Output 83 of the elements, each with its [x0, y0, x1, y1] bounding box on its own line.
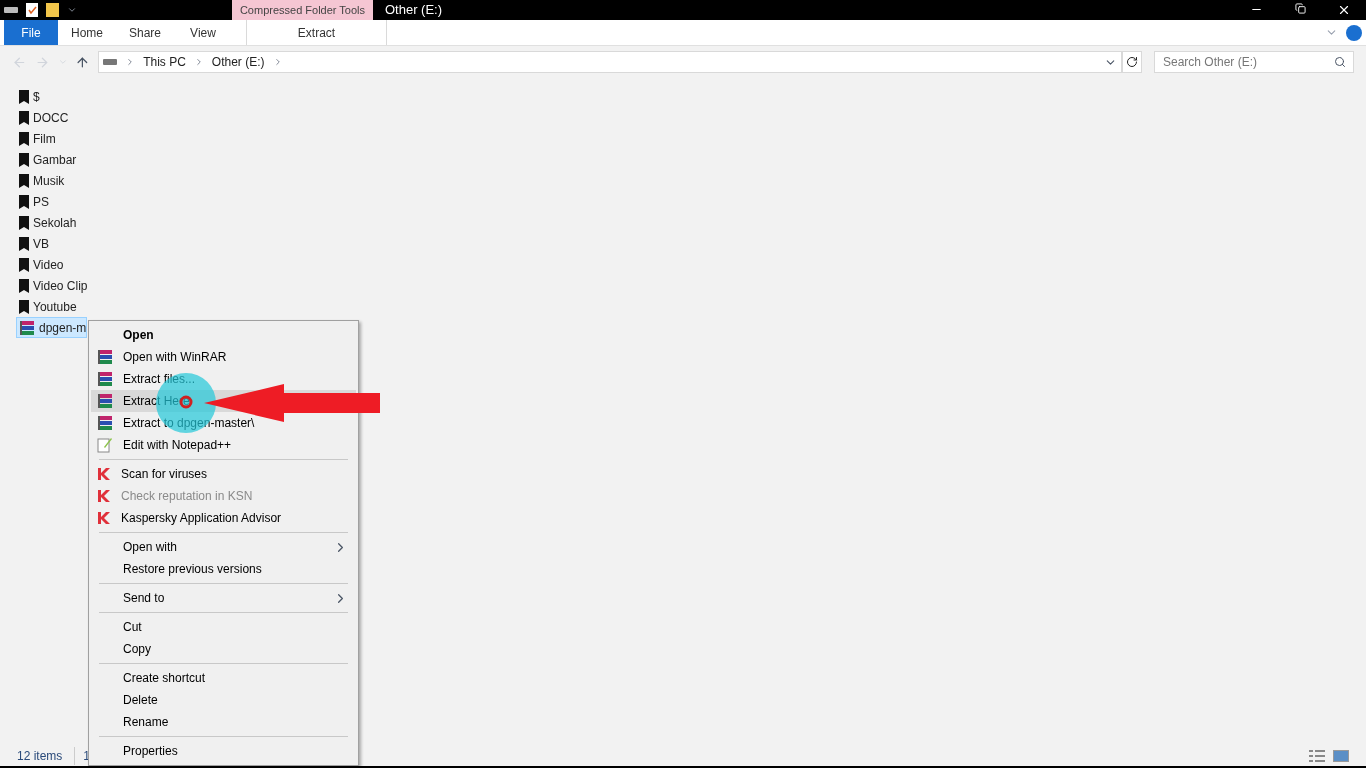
books-icon	[97, 349, 113, 365]
k-logo-icon	[97, 467, 111, 481]
file-name: Video Clip	[33, 277, 88, 295]
address-bar[interactable]: This PC Other (E:)	[98, 51, 1123, 73]
file-item[interactable]: Musik	[16, 170, 66, 191]
drive-icon	[4, 6, 18, 14]
menu-item[interactable]: Properties	[91, 740, 356, 762]
ribbon-tab[interactable]: Extract	[246, 20, 387, 45]
file-name: Sekolah	[33, 214, 77, 232]
menu-item[interactable]: Cut	[91, 616, 356, 638]
menu-item[interactable]: Edit with Notepad++	[91, 434, 356, 456]
file-name: Video	[33, 256, 64, 274]
menu-item[interactable]: Copy	[91, 638, 356, 660]
ribbon-tab[interactable]: Share	[116, 20, 174, 45]
menu-item[interactable]: Create shortcut	[91, 667, 356, 689]
file-item[interactable]: $	[16, 86, 41, 107]
menu-item[interactable]: Scan for viruses	[91, 463, 356, 485]
search-icon	[1334, 56, 1346, 68]
file-name: $	[33, 88, 40, 106]
ribbon-tab[interactable]: Home	[58, 20, 116, 45]
folder-icon	[19, 236, 29, 251]
item-count: 12 items	[17, 748, 63, 765]
menu-item[interactable]: Extract files...	[91, 368, 356, 390]
menu-item[interactable]: Open with	[91, 536, 356, 558]
file-item[interactable]: Film	[16, 128, 57, 149]
file-item[interactable]: Gambar	[16, 149, 78, 170]
file-name: Musik	[33, 172, 65, 190]
file-name: dpgen-m	[39, 319, 87, 337]
file-item[interactable]: Youtube	[16, 296, 78, 317]
file-item[interactable]: DOCC	[16, 107, 70, 128]
context-tab-title: Compressed Folder Tools	[232, 0, 373, 20]
k-logo-icon	[97, 489, 111, 503]
k-logo-icon	[97, 511, 111, 525]
menu-item[interactable]: Open with WinRAR	[91, 346, 356, 368]
drive-icon	[103, 58, 118, 66]
folder-icon	[19, 152, 29, 167]
folder-icon	[19, 110, 29, 125]
file-item[interactable]: VB	[16, 233, 50, 254]
details-view-icon[interactable]	[1309, 750, 1325, 762]
file-name: Youtube	[33, 298, 77, 316]
menu-item[interactable]: Restore previous versions	[91, 558, 356, 580]
refresh-button[interactable]	[1122, 51, 1142, 73]
menu-item[interactable]: Rename	[91, 711, 356, 733]
breadcrumb[interactable]: Other (E:)	[211, 53, 265, 71]
folder-icon	[19, 131, 29, 146]
books-icon	[19, 319, 35, 336]
file-name: PS	[33, 193, 49, 211]
folder-icon	[19, 278, 29, 293]
ribbon-tab[interactable]: View	[174, 20, 232, 45]
refresh-icon	[1126, 56, 1139, 68]
folder-icon	[19, 89, 29, 104]
menu-item[interactable]: Delete	[91, 689, 356, 711]
folder-icon	[19, 215, 29, 230]
ribbon-tab[interactable]: File	[4, 20, 58, 45]
folder-icon	[19, 257, 29, 272]
folder-icon	[19, 299, 29, 314]
restore-icon	[1294, 3, 1306, 14]
menu-item[interactable]: Kaspersky Application Advisor	[91, 507, 356, 529]
document-icon	[26, 3, 38, 17]
menu-item[interactable]: Open	[91, 324, 356, 346]
file-item[interactable]: Video Clip	[16, 275, 89, 296]
file-item[interactable]: PS	[16, 191, 50, 212]
file-item[interactable]: Sekolah	[16, 212, 78, 233]
file-name: VB	[33, 235, 49, 253]
help-icon[interactable]	[1346, 24, 1362, 41]
file-item[interactable]: dpgen-m	[16, 317, 88, 338]
folder-icon	[19, 194, 29, 209]
file-name: Film	[33, 130, 56, 148]
close-icon	[1337, 3, 1351, 17]
file-name: DOCC	[33, 109, 69, 127]
file-item[interactable]: Video	[16, 254, 65, 275]
file-name: Gambar	[33, 151, 77, 169]
books-icon	[97, 371, 113, 387]
breadcrumb[interactable]: This PC	[143, 53, 186, 71]
notepad-icon	[97, 437, 113, 453]
menu-item[interactable]: Send to	[91, 587, 356, 609]
search-field[interactable]: Search Other (E:)	[1154, 51, 1354, 73]
folder-icon	[46, 3, 59, 17]
dropdown-icon[interactable]	[67, 5, 77, 15]
folder-icon	[19, 173, 29, 188]
books-icon	[97, 415, 113, 431]
books-icon	[97, 393, 113, 409]
window-title: Other (E:)	[385, 1, 443, 20]
